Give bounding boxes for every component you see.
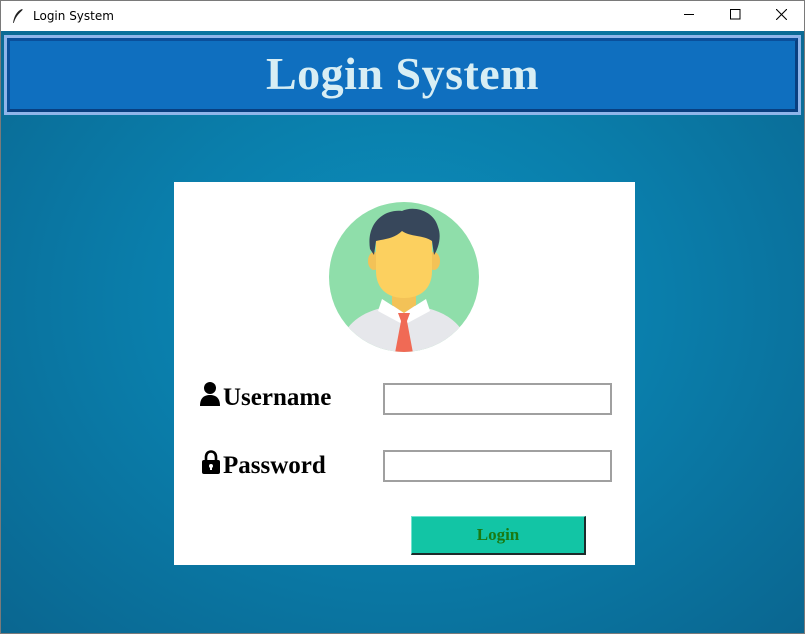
- minimize-button[interactable]: [666, 1, 712, 31]
- user-icon: [200, 382, 223, 413]
- login-card: Username Password Login: [174, 182, 635, 565]
- user-avatar-illustration: [328, 201, 480, 353]
- password-label-group: Password: [202, 450, 326, 481]
- app-window: Login System Login System Username Passw…: [0, 0, 805, 634]
- username-input[interactable]: [383, 383, 612, 415]
- header-banner: Login System: [4, 35, 801, 115]
- close-icon: [775, 7, 787, 25]
- main-area: Login System Username Password Login: [1, 31, 804, 633]
- title-bar[interactable]: Login System: [1, 1, 804, 31]
- close-button[interactable]: [758, 1, 804, 31]
- username-label-group: Username: [200, 382, 331, 413]
- feather-icon: [11, 8, 25, 24]
- lock-icon: [202, 450, 223, 481]
- header-panel: Login System: [7, 38, 798, 112]
- username-label: Username: [223, 383, 332, 411]
- maximize-icon: [729, 7, 741, 25]
- password-input[interactable]: [383, 450, 612, 482]
- minimize-icon: [683, 7, 695, 25]
- maximize-button[interactable]: [712, 1, 758, 31]
- page-title: Login System: [265, 47, 540, 99]
- password-label: Password: [223, 451, 326, 479]
- window-title: Login System: [33, 9, 114, 23]
- login-button[interactable]: Login: [411, 516, 586, 555]
